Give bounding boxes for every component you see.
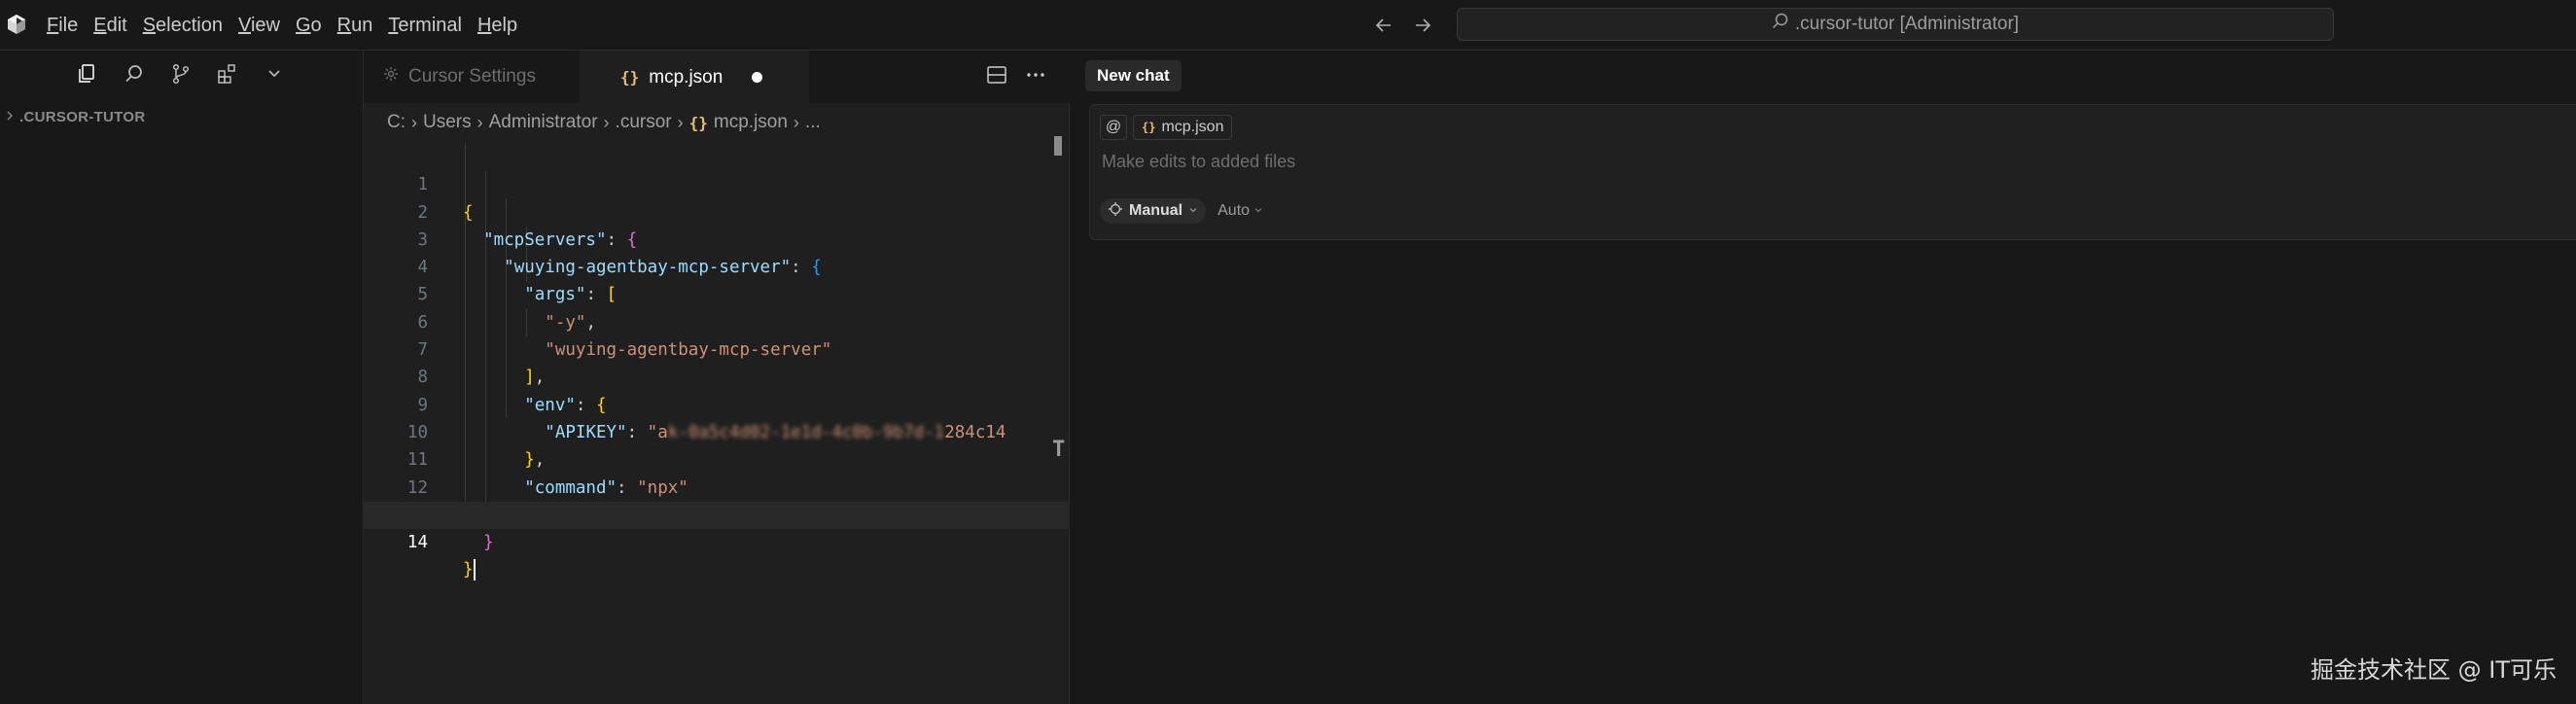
code-editor[interactable]: 1 { 2 "mcpServers": { 3 "wuying-agentbay… xyxy=(364,144,1070,581)
explorer-folder-name: .CURSOR-TUTOR xyxy=(19,109,146,125)
model-label: Auto xyxy=(1217,202,1251,219)
json-file-icon: {} xyxy=(620,68,640,87)
menu-file[interactable]: File xyxy=(39,0,86,51)
menu-edit[interactable]: Edit xyxy=(86,0,134,51)
chevron-down-icon xyxy=(1188,202,1198,220)
split-editor-icon[interactable] xyxy=(986,64,1007,90)
sidebar: .CURSOR-TUTOR xyxy=(0,51,364,704)
composer-controls: Manual Auto xyxy=(1100,198,1263,224)
add-context-button[interactable]: @ xyxy=(1100,115,1127,140)
breadcrumb: C: › Users › Administrator › .cursor › {… xyxy=(387,109,821,136)
tab-label: Cursor Settings xyxy=(408,66,536,87)
menu-terminal[interactable]: Terminal xyxy=(380,0,470,51)
line-number: 14 xyxy=(406,533,428,553)
navigation-controls xyxy=(1371,13,1435,38)
menu-help[interactable]: Help xyxy=(470,0,525,51)
activity-bar xyxy=(74,60,288,88)
code-line: 3 "wuying-agentbay-mcp-server": { xyxy=(364,199,1070,277)
mode-icon xyxy=(1108,201,1123,222)
more-actions-icon[interactable] xyxy=(1025,64,1046,90)
code-line: 11 "command": "npx" xyxy=(364,419,1070,497)
settings-gear-icon xyxy=(383,66,399,88)
command-center-search[interactable]: .cursor-tutor [Administrator] xyxy=(1457,8,2334,41)
context-file-name: mcp.json xyxy=(1161,119,1224,135)
code-line: 1 { xyxy=(364,144,1070,222)
chevron-right-icon: › xyxy=(411,112,417,132)
code-line: 2 "mcpServers": { xyxy=(364,171,1070,250)
tab-cursor-settings[interactable]: Cursor Settings xyxy=(364,51,580,103)
chevron-right-icon: › xyxy=(476,112,483,132)
code-line: 7 ], xyxy=(364,309,1070,387)
search-icon xyxy=(1772,13,1789,36)
breadcrumb-item[interactable]: ... xyxy=(805,112,821,133)
json-file-icon: {} xyxy=(1142,121,1156,134)
chat-composer[interactable]: @ {} mcp.json Make edits to added files … xyxy=(1089,104,2576,240)
context-file-pill[interactable]: {} mcp.json xyxy=(1133,115,1233,140)
model-selector[interactable]: Auto xyxy=(1217,202,1263,220)
chat-panel: New chat @ {} mcp.json Make edits to add… xyxy=(1070,51,2576,704)
code-line: 5 "-y", xyxy=(364,254,1070,332)
unsaved-dot-icon[interactable] xyxy=(752,72,763,83)
code-line-current: 14 } xyxy=(364,501,1070,581)
text-cursor xyxy=(473,559,476,581)
menu-go[interactable]: Go xyxy=(288,0,330,51)
chevron-right-icon: › xyxy=(603,112,610,132)
chevron-down-icon[interactable] xyxy=(261,60,288,88)
chat-input-placeholder[interactable]: Make edits to added files xyxy=(1102,152,1295,172)
code-line: 8 "env": { xyxy=(364,336,1070,414)
watermark-text: 掘金技术社区 @ IT可乐 xyxy=(2311,656,2557,684)
editor-tabs: Cursor Settings {} mcp.json xyxy=(364,51,1070,103)
json-file-icon: {} xyxy=(688,113,708,132)
extensions-icon[interactable] xyxy=(214,60,241,88)
menu-bar: File Edit Selection View Go Run Terminal… xyxy=(39,0,525,51)
code-line: 9 "APIKEY": "ak-0a5c4d02-1e1d-4c0b-9b7d-… xyxy=(364,364,1070,442)
tab-label: mcp.json xyxy=(649,66,723,88)
forward-arrow-icon[interactable] xyxy=(1410,13,1435,38)
tab-mcp-json[interactable]: {} mcp.json xyxy=(580,51,809,103)
mode-selector[interactable]: Manual xyxy=(1100,198,1207,224)
new-chat-tab[interactable]: New chat xyxy=(1085,60,1182,91)
breadcrumb-item[interactable]: .cursor xyxy=(616,112,672,133)
files-icon[interactable] xyxy=(74,60,101,88)
breadcrumb-item[interactable]: C: xyxy=(387,112,406,133)
menu-run[interactable]: Run xyxy=(330,0,381,51)
scrollbar-marker[interactable] xyxy=(1054,136,1062,156)
chevron-right-icon xyxy=(4,109,16,125)
chevron-down-icon xyxy=(1253,202,1263,220)
breadcrumb-item[interactable]: Users xyxy=(423,112,472,133)
menu-selection[interactable]: Selection xyxy=(135,0,230,51)
mode-label: Manual xyxy=(1129,202,1183,219)
code-token: } xyxy=(483,533,494,553)
back-arrow-icon[interactable] xyxy=(1371,13,1396,38)
breadcrumb-item[interactable]: Administrator xyxy=(489,112,598,133)
chevron-right-icon: › xyxy=(677,112,684,132)
code-line: 4 "args": [ xyxy=(364,227,1070,304)
editor-group: Cursor Settings {} mcp.json C: › Users ›… xyxy=(364,51,1070,704)
cursor-logo-icon[interactable] xyxy=(6,14,27,35)
search-icon[interactable] xyxy=(121,60,148,88)
code-line: 6 "wuying-agentbay-mcp-server" xyxy=(364,281,1070,360)
code-line: 10 }, xyxy=(364,392,1070,470)
breadcrumb-item[interactable]: mcp.json xyxy=(714,112,788,133)
text-cursor-marker-icon: T xyxy=(1052,438,1066,462)
source-control-icon[interactable] xyxy=(167,60,194,88)
title-bar: File Edit Selection View Go Run Terminal… xyxy=(0,0,2576,51)
chevron-right-icon: › xyxy=(793,112,799,132)
command-center-text: .cursor-tutor [Administrator] xyxy=(1794,14,2020,34)
editor-actions xyxy=(986,64,1046,90)
code-line: 13 } xyxy=(364,475,1070,552)
context-row: @ {} mcp.json xyxy=(1100,115,1233,140)
code-token: } xyxy=(463,560,474,581)
code-line: 12 } xyxy=(364,446,1070,525)
explorer-folder-header[interactable]: .CURSOR-TUTOR xyxy=(4,109,145,125)
menu-view[interactable]: View xyxy=(230,0,288,51)
